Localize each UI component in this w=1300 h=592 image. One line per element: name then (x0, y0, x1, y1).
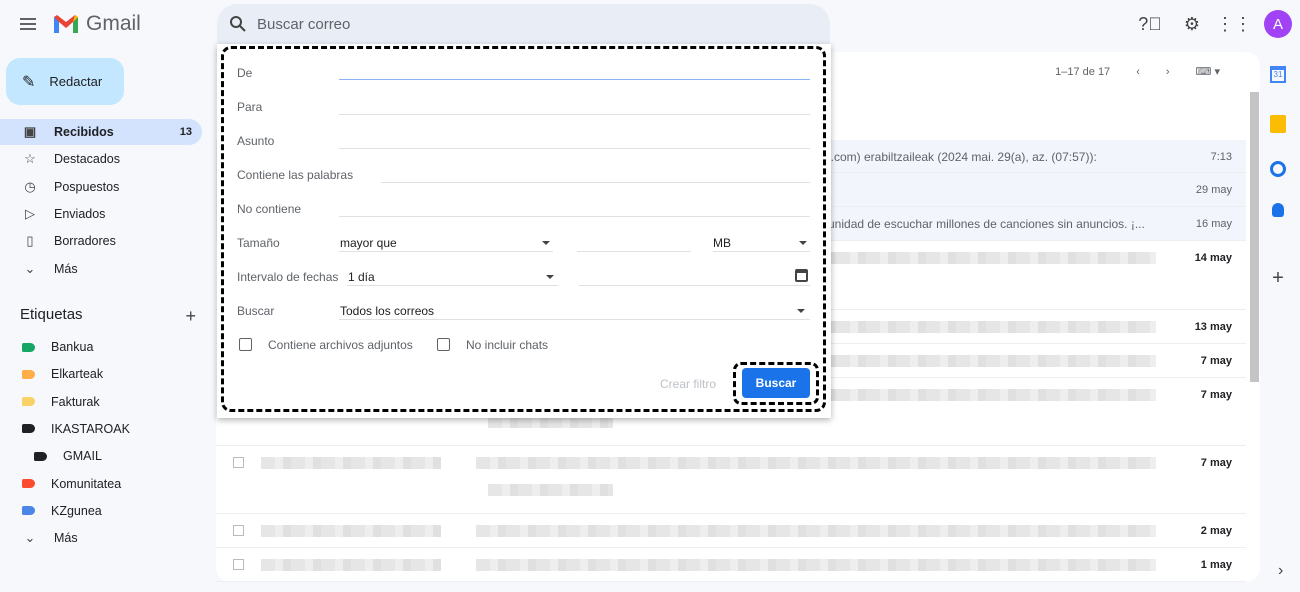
help-icon[interactable]: ?⃝ (1138, 12, 1162, 36)
sidebar-item-label: Recibidos (54, 125, 114, 139)
label-item[interactable]: GMAIL (0, 443, 202, 469)
add-label-icon[interactable]: + (185, 306, 196, 327)
label-tag-icon (22, 424, 35, 434)
select-checkbox[interactable] (233, 525, 244, 536)
gmail-logo[interactable]: Gmail (52, 12, 141, 36)
email-date: 29 may (1195, 184, 1232, 196)
sidebar-item[interactable]: ▷ Enviados (0, 201, 202, 227)
label-item[interactable]: Elkarteak (0, 361, 202, 387)
sidebar-item-label: Pospuestos (54, 179, 120, 194)
gmail-m-icon (54, 15, 78, 33)
search-input[interactable]: Buscar correo (257, 16, 350, 33)
label-item[interactable]: KZgunea (0, 498, 202, 524)
search-icon[interactable] (229, 15, 247, 33)
email-date: 7:13 (1210, 151, 1232, 163)
chevron-down-icon: ⌄ (24, 530, 36, 546)
sidebar-item[interactable]: ◷ Pospuestos (0, 174, 202, 200)
email-date: 2 may (1200, 525, 1232, 537)
unread-count: 13 (179, 126, 192, 138)
label-tag-icon (22, 342, 35, 352)
apps-icon[interactable]: ⋮⋮ (1216, 12, 1252, 36)
label-tag-icon (34, 451, 47, 461)
label-name: GMAIL (63, 449, 102, 464)
label-item[interactable]: Bankua (0, 334, 202, 360)
label-name: Bankua (51, 340, 94, 354)
label-tag-icon (22, 369, 35, 379)
avatar[interactable]: A (1264, 10, 1292, 38)
chevron-down-icon: ⌄ (24, 260, 36, 276)
sidebar-item-label: Destacados (54, 152, 121, 167)
add-addon-icon[interactable]: + (1272, 267, 1284, 290)
pencil-icon: ✎ (22, 73, 36, 91)
email-snippet: unidad de escuchar millones de canciones… (828, 217, 1145, 231)
label-name: IKASTAROAK (51, 421, 130, 436)
label-name: Komunitatea (51, 476, 122, 491)
label-item[interactable]: ⌄ Más (0, 525, 202, 551)
email-row[interactable]: 2 may (216, 514, 1246, 548)
sidebar-item[interactable]: ▣ Recibidos 13 (0, 119, 202, 145)
tasks-icon[interactable] (1270, 161, 1286, 177)
email-row[interactable]: 1 may (216, 548, 1246, 582)
labels-heading: Etiquetas (20, 306, 83, 323)
contacts-icon[interactable] (1272, 203, 1284, 217)
email-snippet: l.com) erabiltzaileak (2024 mai. 29(a), … (828, 150, 1097, 164)
star-icon: ☆ (24, 151, 36, 167)
sidebar-item[interactable]: ▯ Borradores (0, 228, 202, 254)
label-name: Fakturak (51, 394, 100, 409)
sidebar-item[interactable]: ☆ Destacados (0, 146, 202, 172)
highlight-outline (221, 46, 826, 412)
email-date: 7 may (1200, 355, 1232, 367)
clock-icon: ◷ (24, 178, 36, 194)
sidebar-item[interactable]: ⌄ Más (0, 256, 202, 282)
scrollbar[interactable] (1250, 92, 1259, 382)
label-name: Elkarteak (51, 367, 104, 382)
keep-icon[interactable] (1270, 115, 1286, 133)
label-item[interactable]: Komunitatea (0, 471, 202, 497)
email-date: 13 may (1194, 321, 1232, 333)
label-name: Más (54, 531, 78, 546)
prev-page-icon[interactable]: ‹ (1136, 66, 1140, 78)
send-icon: ▷ (25, 205, 35, 221)
expand-side-panel-icon[interactable]: › (1278, 562, 1283, 580)
sidebar-item-label: Enviados (54, 206, 106, 221)
label-tag-icon (22, 506, 35, 516)
select-checkbox[interactable] (233, 559, 244, 570)
email-date: 1 may (1200, 559, 1232, 571)
app-name: Gmail (86, 12, 141, 35)
search-bar[interactable]: Buscar correo (217, 4, 830, 44)
compose-button[interactable]: ✎ Redactar (6, 58, 124, 105)
calendar-icon[interactable]: 31 (1270, 66, 1286, 83)
email-date: 7 may (1200, 457, 1232, 469)
input-tools-icon[interactable]: ⌨ ▾ (1196, 65, 1220, 78)
label-name: KZgunea (51, 503, 102, 518)
sidebar-item-label: Más (54, 261, 78, 276)
email-row[interactable]: 7 may (216, 446, 1246, 514)
label-tag-icon (22, 479, 35, 488)
sidebar-item-label: Borradores (54, 234, 116, 249)
compose-label: Redactar (49, 74, 103, 89)
label-tag-icon (22, 397, 35, 407)
label-item[interactable]: IKASTAROAK (0, 416, 202, 442)
label-item[interactable]: Fakturak (0, 389, 202, 415)
pagination-range: 1–17 de 17 (1055, 65, 1111, 78)
main-menu-icon[interactable] (18, 14, 38, 34)
select-checkbox[interactable] (233, 457, 244, 468)
email-date: 14 may (1194, 252, 1232, 264)
inbox-icon: ▣ (23, 124, 37, 139)
next-page-icon[interactable]: › (1166, 66, 1170, 78)
email-date: 7 may (1200, 389, 1232, 401)
email-date: 16 may (1195, 218, 1232, 230)
draft-icon: ▯ (26, 233, 34, 249)
settings-icon[interactable]: ⚙ (1180, 12, 1204, 36)
